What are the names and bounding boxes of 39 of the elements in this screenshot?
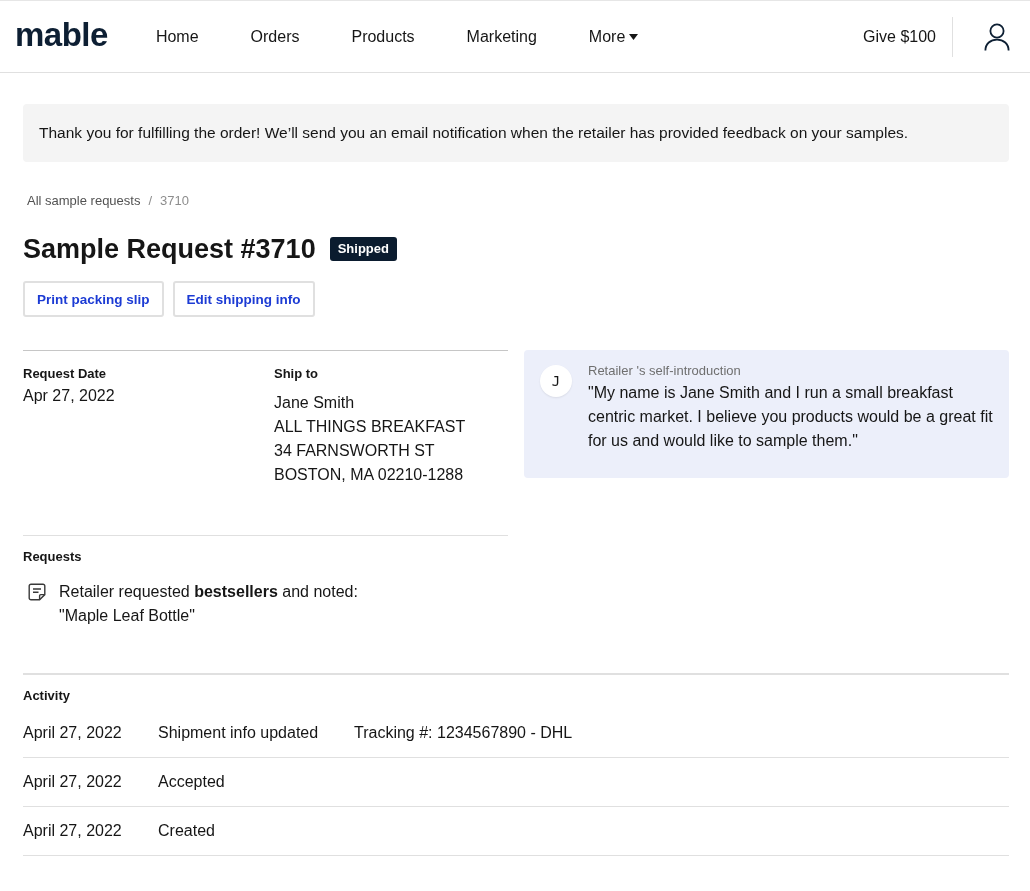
activity-date: April 27, 2022 <box>23 822 123 840</box>
breadcrumb-separator: / <box>148 192 153 210</box>
address-line: Jane Smith <box>274 393 356 413</box>
activity-detail: Tracking #: 1234567890 - DHL <box>354 724 573 742</box>
field-value: Apr 27, 2022 <box>23 386 116 406</box>
breadcrumb-current: 3710 <box>160 192 189 210</box>
brand-logo[interactable]: mable <box>15 14 108 55</box>
note-icon <box>28 583 46 601</box>
field-label: Request Date <box>23 365 108 383</box>
intro-quote: "My name is Jane Smith and I run a small breakfast centric market. I believe you products would be a great fit for us and would like to sample them." <box>588 383 993 451</box>
activity-event: Accepted <box>158 773 226 791</box>
activity-date: April 27, 2022 <box>23 773 123 791</box>
field-label: Activity <box>23 687 71 705</box>
avatar: J <box>540 365 572 397</box>
address-line: ALL THINGS BREAKFAST <box>274 417 467 437</box>
field-label: Ship to <box>274 365 320 383</box>
activity-date: April 27, 2022 <box>23 724 123 742</box>
activity-event: Shipment info updated <box>158 724 320 742</box>
activity-event: Created <box>158 822 216 840</box>
status-badge: Shipped <box>329 237 397 261</box>
intro-label: Retailer 's self-introduction <box>588 363 742 379</box>
breadcrumb-link[interactable]: All sample requests <box>27 192 141 210</box>
notification-banner: Thank you for fulfilling the order! We’ll send you an email notification when the retailer has provided feedback on your samples. <box>23 104 1009 162</box>
caret-icon <box>629 33 639 40</box>
nav-dropdown[interactable]: More <box>588 25 639 48</box>
give-link[interactable]: Give $100 <box>863 25 936 48</box>
nav-link[interactable]: Marketing <box>466 25 537 48</box>
address-line: BOSTON, MA 02210-1288 <box>274 465 465 485</box>
nav-link[interactable]: Orders <box>250 25 300 48</box>
nav-link[interactable]: Products <box>351 25 415 48</box>
request-text: Retailer requested bestsellers and noted: <box>59 582 358 602</box>
nav-link[interactable]: Home <box>155 25 199 48</box>
request-note: "Maple Leaf Bottle" <box>59 606 196 626</box>
person-icon[interactable] <box>984 22 1010 51</box>
field-label: Requests <box>23 548 83 566</box>
page-title: Sample Request #3710 <box>23 233 316 266</box>
action-button[interactable]: Edit shipping info <box>172 281 315 317</box>
address-line: 34 FARNSWORTH ST <box>274 441 436 461</box>
action-button[interactable]: Print packing slip <box>23 281 164 317</box>
